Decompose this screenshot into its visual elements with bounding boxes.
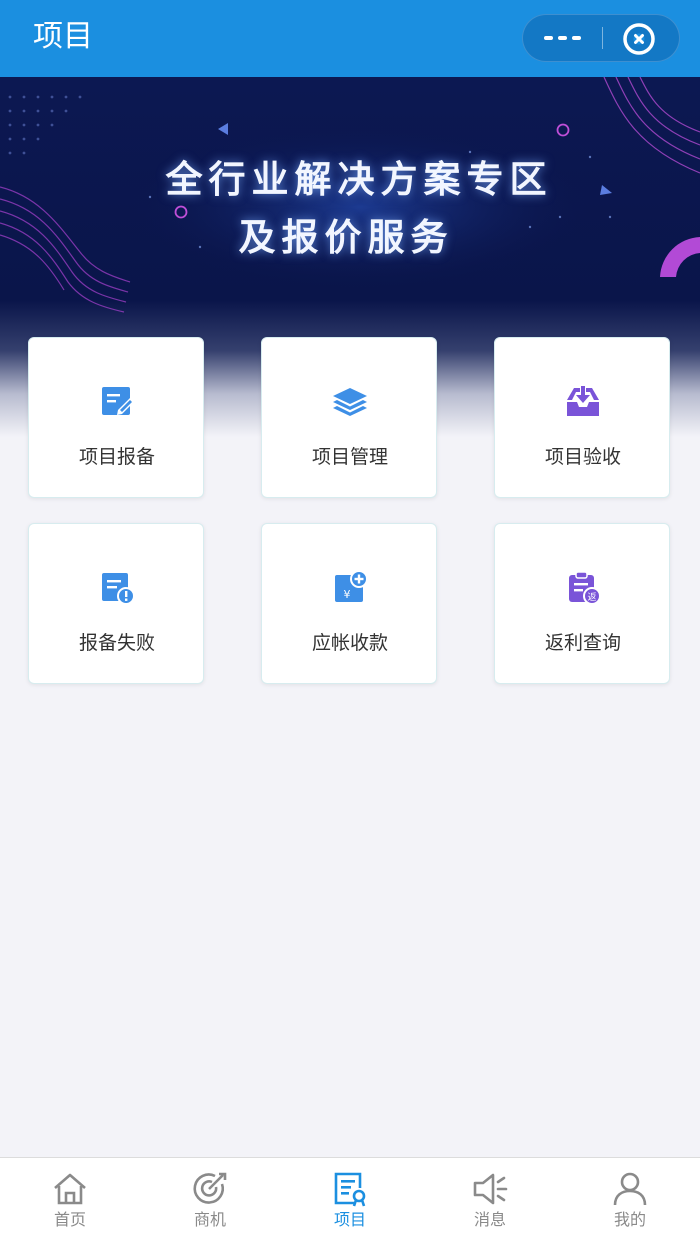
tab-messages[interactable]: 消息 xyxy=(420,1158,560,1244)
header-bar: 项目 xyxy=(0,0,700,77)
banner-subheadline: 及报价服务 xyxy=(238,216,454,259)
svg-text:¥: ¥ xyxy=(344,588,351,601)
page-title: 项目 xyxy=(33,19,93,54)
megaphone-icon xyxy=(473,1173,508,1205)
more-dot-icon xyxy=(557,36,567,40)
tab-projects[interactable]: 项目 xyxy=(280,1158,420,1244)
inbox-download-icon xyxy=(567,386,599,416)
banner-headline: 全行业解决方案专区 xyxy=(165,158,553,201)
user-icon xyxy=(613,1172,647,1206)
tab-label: 首页 xyxy=(53,1210,86,1229)
document-alert-icon xyxy=(102,573,135,605)
menu-card-label: 报备失败 xyxy=(78,632,155,654)
close-mini-program-button[interactable] xyxy=(619,22,659,56)
close-circle-icon xyxy=(623,23,655,55)
menu-card-label: 返利查询 xyxy=(544,632,621,654)
project-document-icon xyxy=(334,1172,366,1207)
menu-card-report-failed[interactable]: 报备失败 xyxy=(28,523,204,684)
tab-home[interactable]: 首页 xyxy=(0,1158,140,1244)
menu-card-label: 项目验收 xyxy=(544,446,621,468)
yen-receipt-icon: ¥ xyxy=(335,570,368,602)
edit-document-icon xyxy=(102,387,134,415)
bottom-tab-bar: 首页 商机 项目 消息 我的 xyxy=(0,1157,700,1244)
tab-opportunities[interactable]: 商机 xyxy=(140,1158,280,1244)
layers-icon xyxy=(333,388,367,416)
menu-card-project-management[interactable]: 项目管理 xyxy=(261,337,437,498)
tab-mine[interactable]: 我的 xyxy=(560,1158,700,1244)
more-dot-icon xyxy=(543,36,553,40)
home-icon xyxy=(54,1173,86,1205)
menu-card-label: 项目管理 xyxy=(311,446,388,468)
tab-label: 我的 xyxy=(613,1210,646,1229)
more-dot-icon xyxy=(571,36,581,40)
tab-label: 消息 xyxy=(473,1210,506,1229)
menu-card-project-report[interactable]: 项目报备 xyxy=(28,337,204,498)
svg-text:返: 返 xyxy=(587,591,596,603)
menu-card-label: 应帐收款 xyxy=(311,632,388,654)
menu-card-receivables[interactable]: ¥ 应帐收款 xyxy=(261,523,437,684)
menu-card-rebate-query[interactable]: 返 返利查询 xyxy=(494,523,670,684)
menu-card-project-acceptance[interactable]: 项目验收 xyxy=(494,337,670,498)
rebate-clipboard-icon: 返 xyxy=(569,571,601,605)
mini-program-capsule xyxy=(522,14,680,62)
tab-label: 商机 xyxy=(193,1210,226,1229)
more-menu-button[interactable] xyxy=(523,15,601,61)
tab-label: 项目 xyxy=(333,1210,366,1229)
capsule-divider xyxy=(602,27,603,49)
menu-card-label: 项目报备 xyxy=(78,446,155,468)
target-icon xyxy=(193,1172,227,1204)
